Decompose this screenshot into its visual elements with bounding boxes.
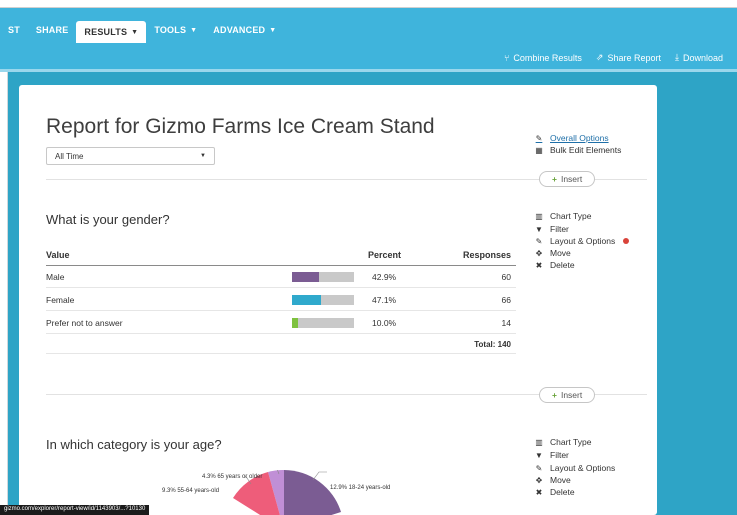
alert-badge <box>623 238 630 244</box>
table-header: Value Percent Responses <box>46 244 516 266</box>
date-range-select[interactable]: All Time ▼ <box>46 147 215 165</box>
pencil-icon: ✎ <box>535 133 543 143</box>
nav-item-tools[interactable]: TOOLS ▼ <box>146 20 205 40</box>
layout-options-link[interactable]: ✎ Layout & Options <box>534 463 616 473</box>
responses-column-header: Responses <box>462 250 511 260</box>
percent-bar <box>292 318 354 328</box>
close-icon: ✖ <box>535 487 543 497</box>
left-panel-edge <box>0 72 8 515</box>
filter-icon: ▼ <box>535 450 543 460</box>
layout-options-link[interactable]: ✎ Layout & Options <box>534 236 630 246</box>
table-row: Male 42.9% 60 <box>46 265 516 288</box>
percent-bar <box>292 295 354 305</box>
delete-link[interactable]: ✖ Delete <box>534 260 575 270</box>
percent-bar-fill <box>292 295 322 305</box>
combine-results-button[interactable]: ⑂ Combine Results <box>504 52 582 63</box>
move-link[interactable]: ✥ Move <box>534 475 571 485</box>
top-bar: ST SHARE RESULTS ▼ TOOLS ▼ ADVANCED ▼ ⑂ Com… <box>0 8 737 69</box>
pie-leader-line <box>312 471 327 481</box>
caret-down-icon: ▼ <box>190 26 198 34</box>
percent-bar-fill <box>292 272 319 282</box>
question-title: In which category is your age? <box>46 437 222 452</box>
nav-item-share[interactable]: SHARE <box>28 20 77 40</box>
value-column-header: Value <box>46 250 70 260</box>
plus-icon: + <box>552 174 557 184</box>
download-button[interactable]: ⤓ Download <box>675 52 723 63</box>
pencil-icon: ✎ <box>535 236 543 246</box>
chevron-down-icon: ▼ <box>200 153 206 159</box>
nav-item-advanced[interactable]: ADVANCED ▼ <box>205 20 284 40</box>
overall-options-link[interactable]: ✎ Overall Options <box>534 133 609 143</box>
move-link[interactable]: ✥ Move <box>534 248 571 258</box>
filter-link[interactable]: ▼ Filter <box>534 450 569 460</box>
chart-type-link[interactable]: ▥ Chart Type <box>534 437 591 447</box>
table-row: Female 47.1% 66 <box>46 288 516 311</box>
share-icon: ⇗ <box>595 52 604 62</box>
pie-slice-18-24 <box>284 470 341 515</box>
filter-link[interactable]: ▼ Filter <box>534 224 569 234</box>
delete-link[interactable]: ✖ Delete <box>534 487 575 497</box>
percent-bar-fill <box>292 318 299 328</box>
table-icon: ▦ <box>535 145 543 155</box>
merge-icon: ⑂ <box>503 52 510 63</box>
question-title: What is your gender? <box>46 212 170 227</box>
percent-column-header: Percent <box>368 250 402 260</box>
bar-chart-icon: ▥ <box>535 437 543 447</box>
report-title: Report for Gizmo Farms Ice Cream Stand <box>46 115 435 138</box>
divider <box>46 179 536 180</box>
main-nav: ST SHARE RESULTS ▼ TOOLS ▼ ADVANCED ▼ <box>0 16 284 44</box>
pencil-icon: ✎ <box>535 463 543 473</box>
table-total: Total: 140 <box>46 334 516 354</box>
bar-chart-icon: ▥ <box>535 211 543 221</box>
download-icon: ⤓ <box>674 52 679 62</box>
chart-type-link[interactable]: ▥ Chart Type <box>534 211 591 221</box>
bulk-edit-link[interactable]: ▦ Bulk Edit Elements <box>534 145 621 155</box>
plus-icon: + <box>552 390 557 400</box>
nav-item-st[interactable]: ST <box>0 20 28 40</box>
caret-down-icon: ▼ <box>131 28 139 36</box>
pie-label-65-plus: 4.3% 65 years or older <box>202 474 263 480</box>
share-report-button[interactable]: ⇗ Share Report <box>596 52 661 63</box>
percent-bar <box>292 272 354 282</box>
caret-down-icon: ▼ <box>269 26 277 34</box>
report-actions: ⑂ Combine Results ⇗ Share Report ⤓ Downl… <box>504 52 723 63</box>
filter-icon: ▼ <box>535 224 543 234</box>
pie-label-18-24: 12.9% 18-24 years-old <box>330 485 391 491</box>
pie-label-55-64: 9.3% 55-64 years-old <box>162 488 220 494</box>
insert-button[interactable]: + Insert <box>539 387 596 403</box>
move-icon: ✥ <box>535 248 543 258</box>
insert-button[interactable]: + Insert <box>539 171 596 187</box>
move-icon: ✥ <box>535 475 543 485</box>
report-card: Report for Gizmo Farms Ice Cream Stand A… <box>19 85 657 515</box>
status-url-tooltip: gizmo.com/explorer/report-view/id/114390… <box>0 505 150 515</box>
close-icon: ✖ <box>535 260 543 270</box>
nav-item-results[interactable]: RESULTS ▼ <box>76 21 147 43</box>
divider <box>46 394 536 395</box>
table-row: Prefer not to answer 10.0% 14 <box>46 311 516 334</box>
window-top-strip <box>0 0 737 8</box>
